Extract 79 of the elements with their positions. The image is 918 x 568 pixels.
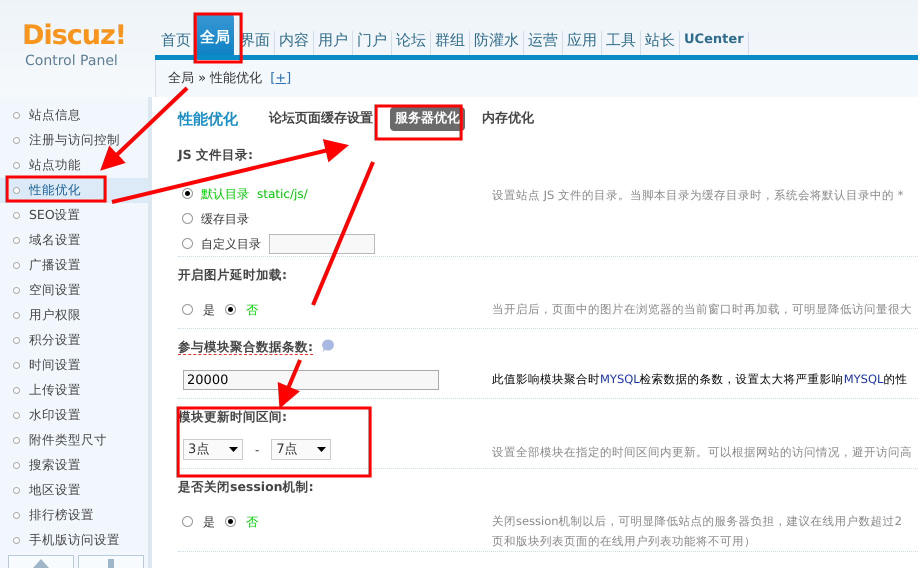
setting-title: 开启图片延时加载:: [178, 267, 287, 282]
caret-icon: [317, 447, 326, 452]
bullet-icon: [13, 462, 20, 469]
bullet-icon: [13, 537, 20, 544]
bullet-icon: [13, 362, 20, 369]
sidebar-item[interactable]: 注册与访问控制: [0, 128, 148, 153]
sidebar-item[interactable]: 时间设置: [0, 353, 148, 378]
option-label: 缓存目录: [201, 210, 249, 228]
option-label: 是: [203, 302, 215, 318]
option-note: static/js/: [257, 186, 308, 202]
setting-description: 当开启后，页面中的图片在浏览器的当前窗口时再加载，可明显降低访问量很大: [492, 301, 912, 318]
sidebar-item[interactable]: 站点功能: [0, 153, 148, 178]
option-label: 否: [246, 302, 258, 318]
up-arrow-icon: [33, 559, 49, 568]
add-link[interactable]: [+]: [270, 68, 292, 88]
setting-description: 页和版块列表页面的在线用户列表功能将不可用）: [492, 533, 757, 550]
radio-button[interactable]: [182, 304, 193, 315]
setting-description: 设置全部模块在指定的时间区间内更新。可以根据网站的访问情况，避开访问高: [492, 444, 912, 461]
page-title: 性能优化: [178, 108, 238, 130]
setting-title: 参与模块聚合数据条数:: [178, 339, 313, 355]
sidebar-item[interactable]: 域名设置: [0, 228, 148, 253]
number-field[interactable]: 20000: [183, 370, 439, 390]
option-label: 否: [246, 514, 258, 530]
setting-description: 此值影响模块聚合时MYSQL检索数据的条数，设置太大将严重影响MYSQL的性: [492, 371, 908, 388]
sub-tab[interactable]: 服务器优化: [390, 107, 465, 131]
sidebar-item[interactable]: SEO设置: [0, 203, 148, 228]
sidebar-item[interactable]: 附件类型尺寸: [0, 428, 148, 453]
nav-tab[interactable]: 全局: [196, 13, 234, 55]
sub-tab[interactable]: 内存优化: [477, 107, 539, 131]
bullet-icon: [13, 412, 20, 419]
radio-button[interactable]: [182, 516, 193, 527]
sidebar-item[interactable]: 广播设置: [0, 253, 148, 278]
directory-field[interactable]: [269, 234, 375, 254]
radio-button[interactable]: [182, 238, 193, 249]
sidebar-item[interactable]: 搜索设置: [0, 453, 148, 478]
sidebar-item[interactable]: 排行榜设置: [0, 503, 148, 528]
option-label: 默认目录: [201, 186, 249, 202]
setting-description: 关闭session机制以后，可明显降低站点的服务器负担，建议在线用户数超过2: [492, 513, 902, 530]
radio-button[interactable]: [225, 304, 236, 315]
range-separator: -: [255, 442, 260, 458]
logo-title: Discuz!: [22, 22, 127, 49]
sidebar-item[interactable]: 用户权限: [0, 303, 148, 328]
sidebar-item[interactable]: 上传设置: [0, 378, 148, 403]
radio-button[interactable]: [225, 516, 236, 527]
sub-tab[interactable]: 论坛页面缓存设置: [264, 107, 378, 131]
bullet-icon: [13, 262, 20, 269]
bullet-icon: [13, 187, 20, 194]
option-label: 是: [203, 514, 215, 530]
sidebar-item[interactable]: 积分设置: [0, 328, 148, 353]
bullet-icon: [13, 162, 20, 169]
bullet-icon: [13, 312, 20, 319]
caret-icon: [229, 447, 238, 452]
bullet-icon: [13, 287, 20, 294]
sidebar-item[interactable]: 地区设置: [0, 478, 148, 503]
bullet-icon: [13, 112, 20, 119]
option-label: 自定义目录: [201, 236, 261, 252]
radio-button[interactable]: [182, 188, 193, 199]
bullet-icon: [13, 437, 20, 444]
hour-select[interactable]: 3点: [183, 439, 243, 460]
highlight-frame: [194, 12, 242, 64]
sidebar-item[interactable]: 站点信息: [0, 103, 148, 128]
setting-description: 设置站点 JS 文件的目录。当脚本目录为缓存目录时，系统会将默认目录中的 *: [492, 187, 904, 204]
hour-select[interactable]: 7点: [271, 439, 332, 460]
sidebar-item[interactable]: 空间设置: [0, 278, 148, 303]
sidebar-item[interactable]: 手机版访问设置: [0, 528, 148, 553]
help-icon[interactable]: [321, 339, 335, 353]
bullet-icon: [13, 512, 20, 519]
bullet-icon: [13, 337, 20, 344]
bullet-icon: [13, 212, 20, 219]
bullet-icon: [13, 487, 20, 494]
bullet-icon: [13, 387, 20, 394]
setting-title: JS 文件目录:: [178, 147, 254, 162]
radio-button[interactable]: [182, 213, 193, 224]
sidebar-item[interactable]: 水印设置: [0, 403, 148, 428]
logo-subtitle: Control Panel: [24, 52, 119, 71]
bullet-icon: [13, 137, 20, 144]
breadcrumb-text: 全局 » 性能优化: [168, 70, 262, 88]
setting-title: 是否关闭session机制:: [178, 479, 314, 494]
bullet-icon: [13, 237, 20, 244]
